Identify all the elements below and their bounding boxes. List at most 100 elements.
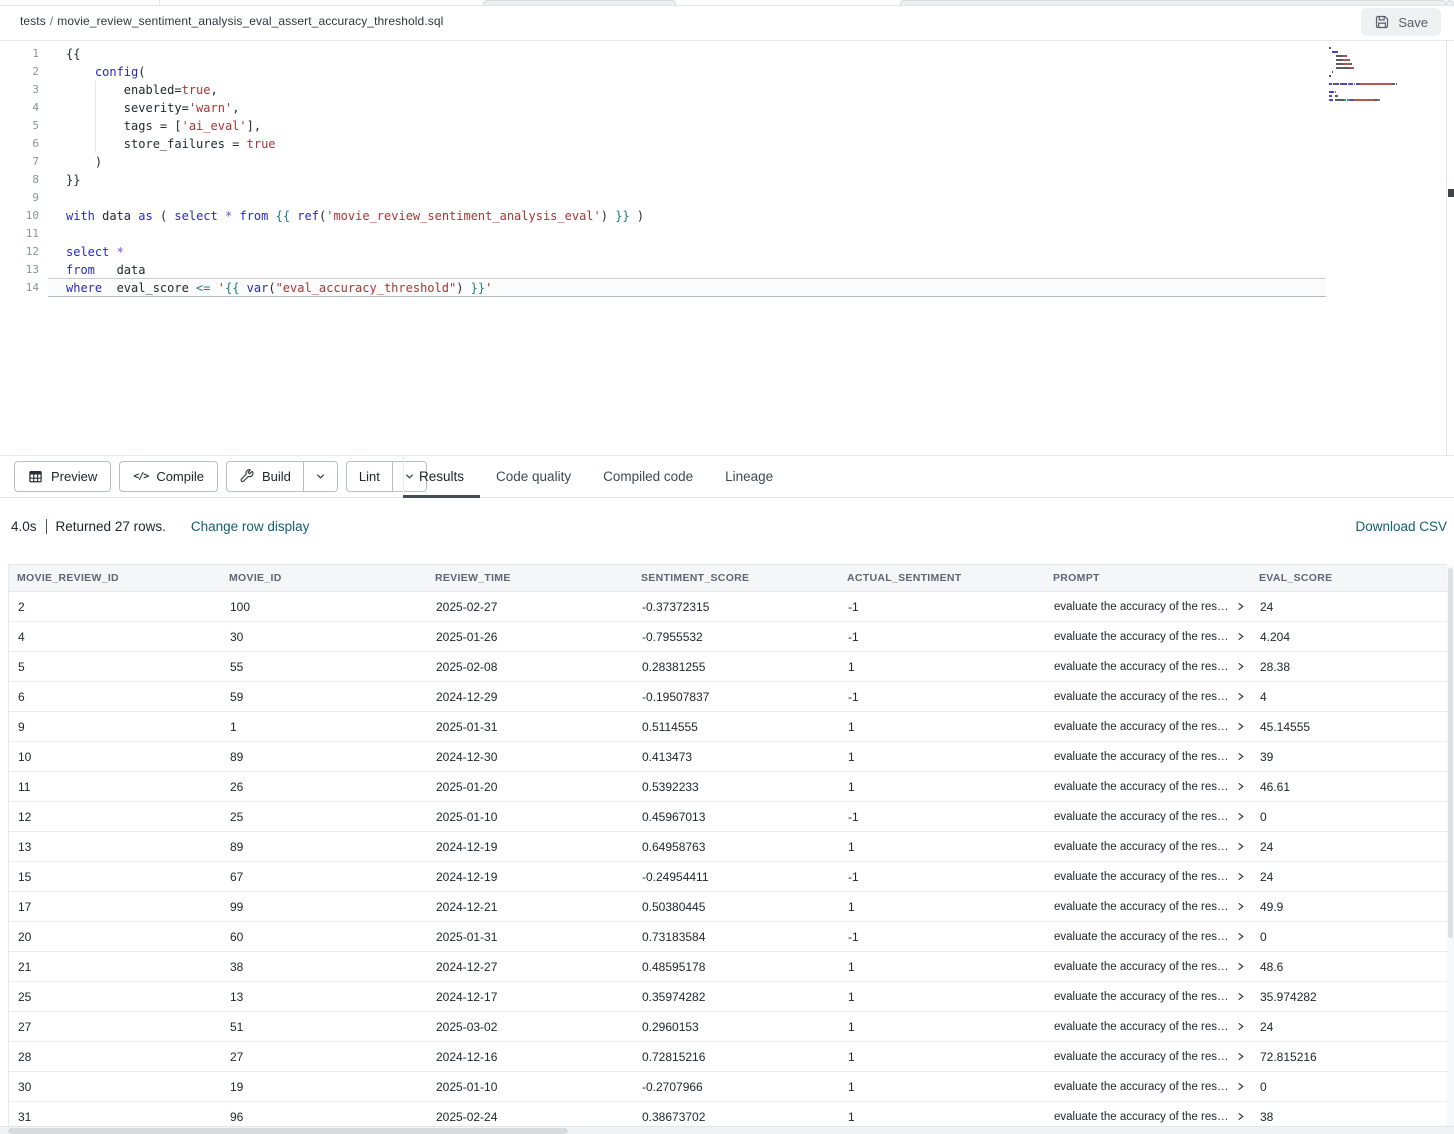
expand-prompt-icon[interactable] (1236, 751, 1245, 762)
tab-compiled-code-label: Compiled code (603, 469, 693, 484)
expand-prompt-icon[interactable] (1236, 691, 1245, 702)
table-cell: -1 (839, 810, 1045, 824)
table-cell: 2024-12-19 (427, 870, 633, 884)
prompt-cell: evaluate the accuracy of the res… (1045, 601, 1251, 613)
editor-minimap[interactable] (1329, 47, 1445, 103)
table-cell: 2025-02-24 (427, 1110, 633, 1124)
expand-prompt-icon[interactable] (1236, 1081, 1245, 1092)
expand-prompt-icon[interactable] (1236, 721, 1245, 732)
table-row: 11262025-01-200.53922331evaluate the acc… (9, 772, 1447, 802)
prompt-cell: evaluate the accuracy of the res… (1045, 1021, 1251, 1033)
editor-scrollbar[interactable] (1446, 41, 1454, 455)
table-cell: 1 (839, 990, 1045, 1004)
expand-prompt-icon[interactable] (1236, 871, 1245, 882)
file-tab[interactable] (483, 0, 676, 5)
table-cell: 2024-12-30 (427, 750, 633, 764)
preview-button[interactable]: Preview (14, 461, 111, 492)
prompt-cell: evaluate the accuracy of the res… (1045, 811, 1251, 823)
line-number: 13 (0, 261, 48, 279)
lint-button[interactable]: Lint (347, 462, 393, 491)
editor-line: 7 ) (0, 153, 1324, 171)
table-cell: 2025-01-31 (427, 720, 633, 734)
file-tab[interactable] (900, 0, 1446, 5)
line-number: 7 (0, 153, 48, 171)
editor-line: 13from data (0, 261, 1324, 279)
table-cell: 1 (839, 900, 1045, 914)
table-row: 17992024-12-210.503804451evaluate the ac… (9, 892, 1447, 922)
line-number: 12 (0, 243, 48, 261)
tab-lineage[interactable]: Lineage (709, 456, 789, 497)
save-button-label: Save (1398, 15, 1428, 30)
table-cell: 13 (221, 990, 427, 1004)
code-brackets-icon: </> (133, 471, 148, 482)
change-row-display-link[interactable]: Change row display (191, 519, 310, 534)
expand-prompt-icon[interactable] (1236, 841, 1245, 852)
table-row: 21382024-12-270.485951781evaluate the ac… (9, 952, 1447, 982)
expand-prompt-icon[interactable] (1236, 991, 1245, 1002)
tab-code-quality[interactable]: Code quality (480, 456, 587, 497)
table-cell: 96 (221, 1110, 427, 1124)
table-cell: 26 (221, 780, 427, 794)
expand-prompt-icon[interactable] (1236, 1051, 1245, 1062)
lint-button-label: Lint (359, 469, 380, 484)
editor-line: 1{{ (0, 45, 1324, 63)
file-tab[interactable] (1446, 0, 1454, 5)
build-button[interactable]: Build (227, 462, 304, 491)
results-vertical-scrollbar-thumb[interactable] (1448, 568, 1453, 938)
results-horizontal-scrollbar-thumb[interactable] (8, 1128, 568, 1134)
code-line-text: config( (48, 63, 146, 81)
breadcrumb-filename: movie_review_sentiment_analysis_eval_ass… (57, 14, 443, 28)
table-cell: 2025-01-26 (427, 630, 633, 644)
expand-prompt-icon[interactable] (1236, 901, 1245, 912)
tab-lineage-label: Lineage (725, 469, 773, 484)
expand-prompt-icon[interactable] (1236, 631, 1245, 642)
line-number: 2 (0, 63, 48, 81)
table-cell: 24 (1251, 1020, 1447, 1034)
column-header: EVAL_SCORE (1251, 572, 1447, 584)
table-cell: 0.45967013 (633, 810, 839, 824)
line-number: 4 (0, 99, 48, 117)
column-header: MOVIE_REVIEW_ID (9, 572, 221, 584)
expand-prompt-icon[interactable] (1236, 781, 1245, 792)
expand-prompt-icon[interactable] (1236, 1021, 1245, 1032)
tab-compiled-code[interactable]: Compiled code (587, 456, 709, 497)
expand-prompt-icon[interactable] (1236, 661, 1245, 672)
line-number: 6 (0, 135, 48, 153)
code-editor[interactable]: 1{{2 config(3 enabled=true,4 severity='w… (0, 41, 1454, 455)
tab-results[interactable]: Results (403, 456, 480, 497)
table-cell: 72.815216 (1251, 1050, 1447, 1064)
results-vertical-scrollbar[interactable] (1447, 566, 1454, 1126)
table-cell: 17 (9, 900, 221, 914)
table-cell: 1 (839, 750, 1045, 764)
table-cell: 1 (839, 1050, 1045, 1064)
expand-prompt-icon[interactable] (1236, 1111, 1245, 1122)
table-cell: -1 (839, 690, 1045, 704)
expand-prompt-icon[interactable] (1236, 601, 1245, 612)
editor-scrollbar-thumb[interactable] (1448, 189, 1454, 197)
table-cell: 13 (9, 840, 221, 854)
code-line-text: {{ (48, 45, 80, 63)
table-cell: 2024-12-27 (427, 960, 633, 974)
table-cell: 1 (839, 960, 1045, 974)
expand-prompt-icon[interactable] (1236, 811, 1245, 822)
table-cell: 20 (9, 930, 221, 944)
table-cell: 4 (1251, 690, 1447, 704)
results-horizontal-scrollbar[interactable] (0, 1126, 1454, 1134)
expand-prompt-icon[interactable] (1236, 961, 1245, 972)
expand-prompt-icon[interactable] (1236, 931, 1245, 942)
save-button[interactable]: Save (1361, 8, 1441, 36)
editor-line: 8}} (0, 171, 1324, 189)
table-cell: 30 (9, 1080, 221, 1094)
table-cell: 2024-12-16 (427, 1050, 633, 1064)
download-csv-link[interactable]: Download CSV (1355, 519, 1447, 534)
compile-button[interactable]: </> Compile (119, 461, 218, 492)
table-cell: -1 (839, 930, 1045, 944)
table-cell: 0.2960153 (633, 1020, 839, 1034)
table-row: 912025-01-310.51145551evaluate the accur… (9, 712, 1447, 742)
table-cell: 5 (9, 660, 221, 674)
prompt-cell: evaluate the accuracy of the res… (1045, 631, 1251, 643)
column-header: MOVIE_ID (221, 572, 427, 584)
build-dropdown-button[interactable] (304, 462, 337, 491)
code-line-text: from data (48, 261, 145, 279)
line-number: 3 (0, 81, 48, 99)
